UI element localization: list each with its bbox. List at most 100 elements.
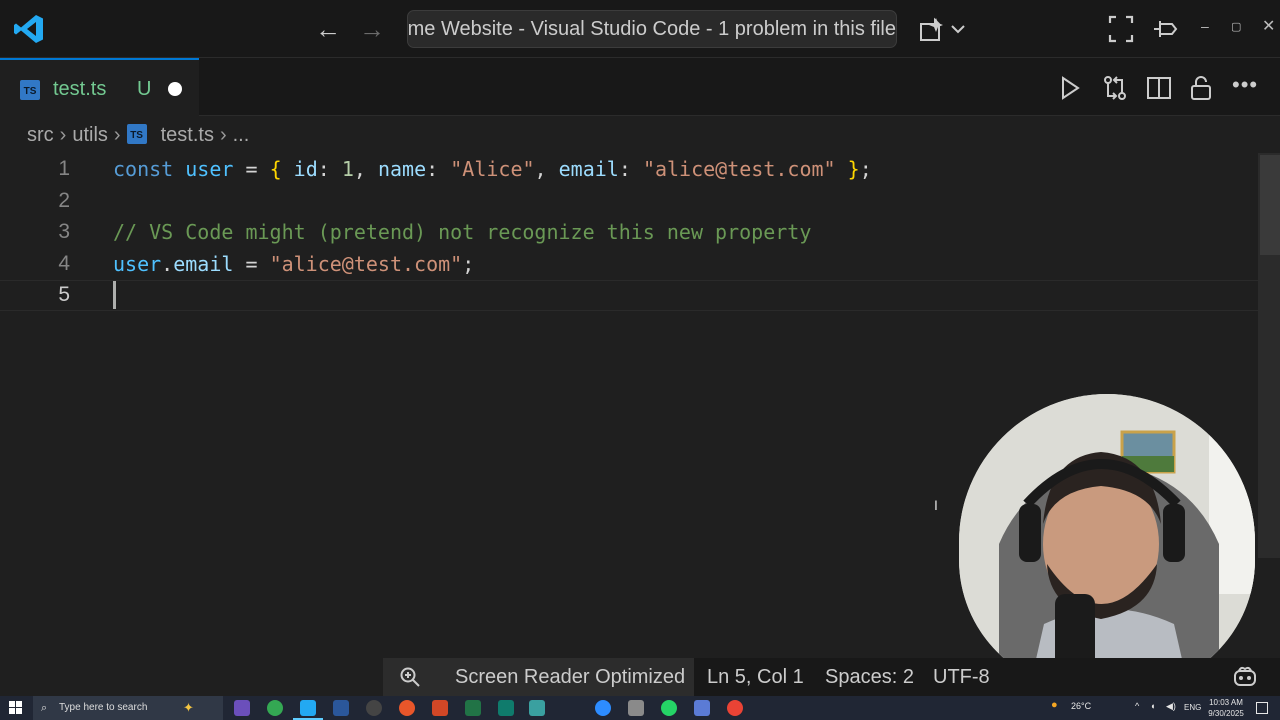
- compare-changes-icon[interactable]: [1101, 74, 1129, 102]
- brave-app-icon[interactable]: [399, 700, 415, 716]
- property-token: name: [377, 157, 427, 181]
- chevron-right-icon: ›: [59, 124, 67, 146]
- taskbar-search-input[interactable]: ⌕ Type here to search ✦: [33, 696, 223, 720]
- copilot-status-icon[interactable]: [1232, 664, 1258, 688]
- notifications-icon[interactable]: [1256, 702, 1268, 714]
- zoom-icon: [400, 667, 420, 687]
- string-token: "alice@test.com": [269, 252, 463, 276]
- punctuation-token: :: [426, 157, 451, 181]
- maximize-icon[interactable]: ▢: [1231, 20, 1241, 33]
- powerpoint-app-icon[interactable]: [432, 700, 448, 716]
- operator-token: =: [233, 252, 270, 276]
- chrome-profile-app-icon[interactable]: [727, 700, 743, 716]
- scrollbar-thumb[interactable]: [1260, 155, 1280, 255]
- brace-token: }: [847, 157, 860, 181]
- chrome-app-icon[interactable]: [267, 700, 283, 716]
- punctuation-token: ,: [353, 157, 378, 181]
- zoom-app-icon[interactable]: [595, 700, 611, 716]
- chevron-right-icon: ›: [219, 124, 227, 146]
- clock-time: 10:03 AM: [1209, 698, 1243, 707]
- title-bar: ← → Readme Website - Visual Studio Code …: [0, 0, 1280, 58]
- breadcrumb-symbols[interactable]: ...: [233, 124, 250, 147]
- chevron-up-icon[interactable]: ^: [1135, 701, 1139, 711]
- calculator-app-icon[interactable]: [498, 700, 514, 716]
- language-indicator[interactable]: ENG: [1184, 703, 1201, 712]
- clock-date: 9/30/2025: [1208, 709, 1244, 718]
- close-icon[interactable]: ✕: [1262, 16, 1275, 36]
- breadcrumb-src[interactable]: src: [27, 124, 54, 147]
- volume-icon[interactable]: ◀): [1166, 701, 1176, 712]
- typescript-file-icon: TS: [20, 80, 40, 100]
- property-token: id: [281, 157, 318, 181]
- number-token: 1: [341, 157, 354, 181]
- breadcrumb-file-label: test.ts: [160, 124, 214, 147]
- punctuation-token: ;: [859, 157, 872, 181]
- punctuation-token: :: [618, 157, 643, 181]
- screen-reader-status[interactable]: Screen Reader Optimized: [383, 658, 694, 696]
- weather-temperature[interactable]: 26°C: [1071, 701, 1091, 711]
- word-app-icon[interactable]: [333, 700, 349, 716]
- whatsapp-app-icon[interactable]: [661, 700, 677, 716]
- pin-icon[interactable]: [1152, 14, 1178, 44]
- ibeam-cursor-icon: I: [934, 497, 938, 513]
- store-app-icon[interactable]: [529, 700, 545, 716]
- line-number: 5: [58, 283, 70, 306]
- operator-token: =: [233, 157, 270, 181]
- breadcrumb-utils[interactable]: utils: [72, 124, 108, 147]
- cursor-position[interactable]: Ln 5, Col 1: [707, 666, 804, 689]
- more-actions-icon[interactable]: •••: [1232, 72, 1258, 100]
- webcam-overlay: [959, 394, 1255, 690]
- video-editor-app-icon[interactable]: [234, 700, 250, 716]
- encoding-status[interactable]: UTF-8: [933, 666, 990, 689]
- unlock-icon[interactable]: [1189, 74, 1213, 102]
- windows-start-icon[interactable]: [9, 701, 23, 715]
- search-placeholder: Type here to search: [59, 702, 148, 713]
- breadcrumb-file[interactable]: TS test.ts: [126, 124, 214, 147]
- run-icon[interactable]: [1058, 74, 1082, 102]
- tab-label: test.ts: [53, 78, 107, 100]
- editor-tab-bar: TS test.ts U: [0, 58, 1280, 116]
- punctuation-token: :: [317, 157, 342, 181]
- windows-taskbar: ⌕ Type here to search ✦ ● 26°C ^ ◖ ◀) EN…: [0, 696, 1280, 720]
- tab-test-ts[interactable]: TS test.ts U: [0, 58, 199, 116]
- line-number: 3: [58, 220, 70, 243]
- indentation-status[interactable]: Spaces: 2: [825, 666, 914, 689]
- network-app-icon[interactable]: [694, 700, 710, 716]
- property-token: email: [173, 252, 234, 276]
- line-number: 2: [58, 189, 70, 212]
- line-number: 1: [58, 157, 70, 180]
- string-token: "Alice": [450, 157, 535, 181]
- presenter-video-icon: [959, 394, 1255, 690]
- minimize-icon[interactable]: –: [1201, 18, 1209, 34]
- punctuation-token: ,: [534, 157, 559, 181]
- punctuation-token: .: [161, 252, 174, 276]
- unsaved-dot-icon[interactable]: [168, 82, 182, 96]
- current-line-highlight: [0, 280, 1258, 311]
- status-bar: Screen Reader Optimized Ln 5, Col 1 Spac…: [383, 658, 1280, 696]
- code-line-3: // VS Code might (pretend) not recognize…: [113, 220, 812, 244]
- search-icon: ⌕: [41, 702, 48, 714]
- string-token: "alice@test.com": [642, 157, 836, 181]
- keyword-token: const: [113, 157, 174, 181]
- back-button[interactable]: ←: [313, 14, 343, 44]
- property-token: email: [558, 157, 619, 181]
- excel-app-icon[interactable]: [465, 700, 481, 716]
- breadcrumb: src › utils › TS test.ts ›...: [27, 124, 249, 148]
- split-editor-icon[interactable]: [1146, 74, 1172, 102]
- command-center[interactable]: Readme Website - Visual Studio Code - 1 …: [407, 10, 897, 48]
- screen-reader-label: Screen Reader Optimized: [455, 666, 686, 688]
- taskbar-clock[interactable]: 10:03 AM 9/30/2025: [1203, 697, 1249, 719]
- brace-token: {: [269, 157, 282, 181]
- layout-fullscreen-icon[interactable]: [1108, 14, 1134, 44]
- code-line-1: const user = { id: 1, name: "Alice", ema…: [113, 157, 872, 181]
- variable-token: user: [113, 252, 162, 276]
- untracked-badge: U: [137, 78, 152, 100]
- microphone-icon[interactable]: ◖: [1150, 701, 1155, 711]
- text-cursor: [113, 281, 116, 309]
- usb-app-icon[interactable]: [628, 700, 644, 716]
- vscode-taskbar-icon[interactable]: [300, 700, 316, 716]
- forward-button[interactable]: →: [357, 14, 387, 44]
- copilot-sparkle-icon[interactable]: [917, 14, 965, 44]
- obs-app-icon[interactable]: [366, 700, 382, 716]
